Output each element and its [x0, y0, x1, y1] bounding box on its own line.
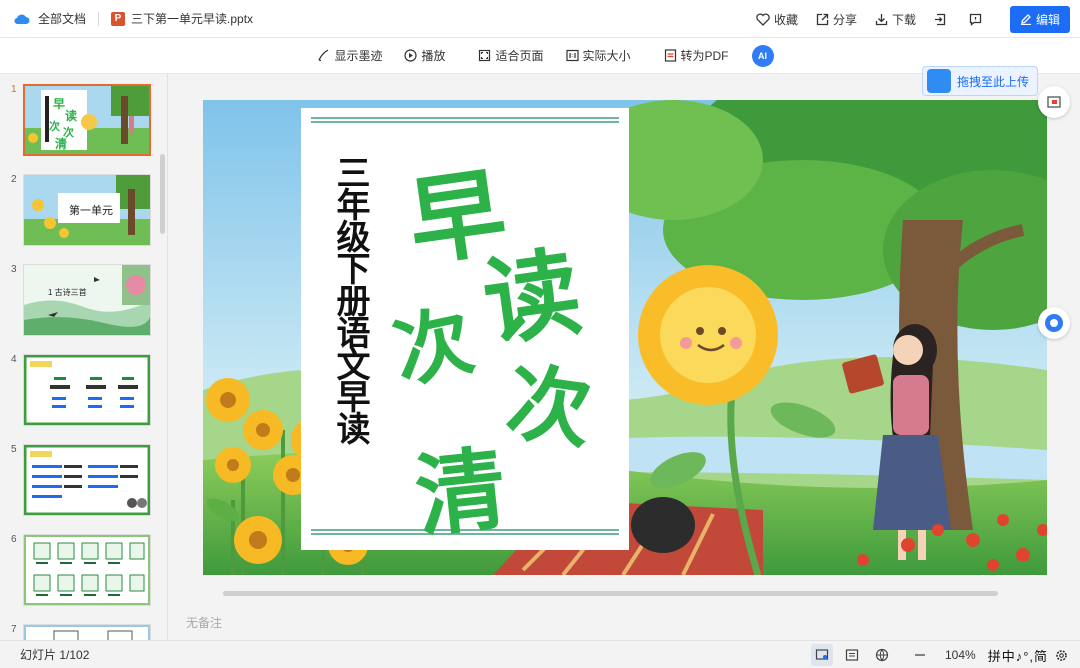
divider: [98, 11, 100, 26]
normal-view-icon[interactable]: [810, 644, 833, 666]
heart-icon: [756, 12, 770, 26]
favorite-label: 收藏: [773, 12, 798, 27]
top-bar: 全部文档 P 三下第一单元早读.pptx 收藏 分享 下载 编辑: [0, 0, 1080, 38]
svg-text:次: 次: [49, 119, 60, 133]
comment-button[interactable]: [969, 13, 986, 26]
thumbnail-image: [23, 444, 151, 516]
share-icon: [816, 13, 829, 25]
pdf-icon: [664, 49, 676, 62]
thumbnail-image: 早 读 次 次 清: [23, 84, 151, 156]
export-button[interactable]: [934, 13, 951, 26]
cloud-icon: [14, 14, 30, 24]
slide-preview: [24, 625, 150, 640]
play-button[interactable]: 播放: [404, 47, 445, 64]
slide-preview: [24, 265, 150, 335]
download-button[interactable]: 下载: [875, 11, 916, 28]
favorite-button[interactable]: 收藏: [756, 11, 798, 28]
comment-icon: [969, 13, 982, 26]
ink-pen-icon: [318, 49, 329, 62]
ai-assistant-button[interactable]: AI: [751, 44, 774, 67]
thumb-number: 6: [11, 534, 17, 545]
svg-text:清: 清: [55, 136, 67, 151]
drag-upload-button[interactable]: 拖拽至此上传: [921, 66, 1038, 96]
play-label: 播放: [421, 49, 446, 63]
title-char-qing: 清: [410, 436, 512, 551]
fit-page-icon: [479, 49, 491, 62]
thumb-label: 1 古诗三首: [48, 288, 87, 297]
zoom-level[interactable]: 104%: [945, 648, 976, 662]
thumb-number: 3: [11, 264, 17, 275]
web-view-icon[interactable]: [871, 644, 893, 666]
actual-size-button[interactable]: 实际大小: [565, 47, 631, 64]
slide-preview: [24, 445, 150, 515]
upload-label: 拖拽至此上传: [956, 74, 1029, 89]
share-button[interactable]: 分享: [816, 11, 857, 28]
thumb-number: 4: [11, 354, 17, 365]
slide-stage: 三年级下册语文早读 早 读 次 次 清 拖拽至此上传 无备注: [168, 66, 1080, 640]
fit-page-label: 适合页面: [495, 49, 544, 63]
assistant-float-icon[interactable]: [1038, 307, 1070, 339]
horizontal-scrollbar[interactable]: [223, 591, 998, 596]
actual-size-label: 实际大小: [582, 49, 631, 63]
download-label: 下载: [891, 12, 916, 27]
slide-thumbnail-panel: 1 早 读 次 次 清 2 第一单元 3 1 古诗三首 4 5 6 7: [0, 74, 168, 640]
fit-page-button[interactable]: 适合页面: [478, 47, 544, 64]
share-label: 分享: [832, 12, 857, 27]
show-ink-label: 显示墨迹: [334, 49, 383, 63]
view-toolbar: 显示墨迹 播放 适合页面 实际大小 转为PDF AI: [0, 38, 1080, 74]
notes-view-icon[interactable]: [841, 644, 863, 666]
download-icon: [875, 13, 888, 25]
screenshot-tool-icon[interactable]: [1038, 86, 1070, 118]
thumb-label: 第一单元: [69, 205, 113, 217]
slide-preview: 早 读 次 次 清: [25, 86, 149, 154]
thumb-number: 2: [11, 174, 17, 185]
play-icon: [404, 49, 418, 62]
status-bar: 幻灯片 1/102 104% 拼中♪°,简: [0, 640, 1080, 668]
slide-preview: [24, 535, 150, 605]
upload-cloud-icon: [926, 69, 951, 93]
thumbnail-image: [23, 534, 151, 606]
actual-size-icon: [565, 49, 579, 62]
slide-preview: [24, 355, 150, 425]
current-slide: 三年级下册语文早读 早 读 次 次 清: [203, 100, 1047, 575]
thumb-number: 5: [11, 444, 17, 455]
thumbnail-image: [23, 624, 151, 640]
title-char-ci-2: 次: [500, 352, 598, 462]
thumbnail-image: [23, 354, 151, 426]
thumbnail-scrollbar[interactable]: [160, 154, 165, 234]
svg-text:早: 早: [53, 97, 65, 111]
slide-counter: 幻灯片 1/102: [20, 648, 90, 662]
edit-label: 编辑: [1035, 12, 1060, 27]
ppt-file-icon: P: [111, 11, 126, 26]
thumb-number: 1: [11, 84, 17, 95]
zoom-out-icon[interactable]: [909, 644, 931, 666]
show-ink-button[interactable]: 显示墨迹: [317, 47, 382, 64]
ime-indicator: 拼中♪°,简: [987, 648, 1048, 664]
to-pdf-button[interactable]: 转为PDF: [664, 47, 729, 64]
thumbnail-image: 第一单元: [23, 174, 151, 246]
vertical-subtitle: 三年级下册语文早读: [330, 155, 370, 443]
notes-area[interactable]: 无备注: [186, 614, 222, 631]
to-pdf-label: 转为PDF: [680, 49, 729, 63]
svg-text:读: 读: [65, 108, 77, 123]
file-name: 三下第一单元早读.pptx: [131, 12, 254, 26]
all-docs-link[interactable]: 全部文档: [38, 10, 86, 27]
thumbnail-image: 1 古诗三首: [23, 264, 151, 336]
pencil-icon: [1020, 14, 1031, 25]
export-icon: [934, 13, 946, 25]
edit-button[interactable]: 编辑: [1009, 5, 1070, 33]
gear-icon[interactable]: [1050, 644, 1072, 666]
thumb-number: 7: [11, 624, 17, 635]
